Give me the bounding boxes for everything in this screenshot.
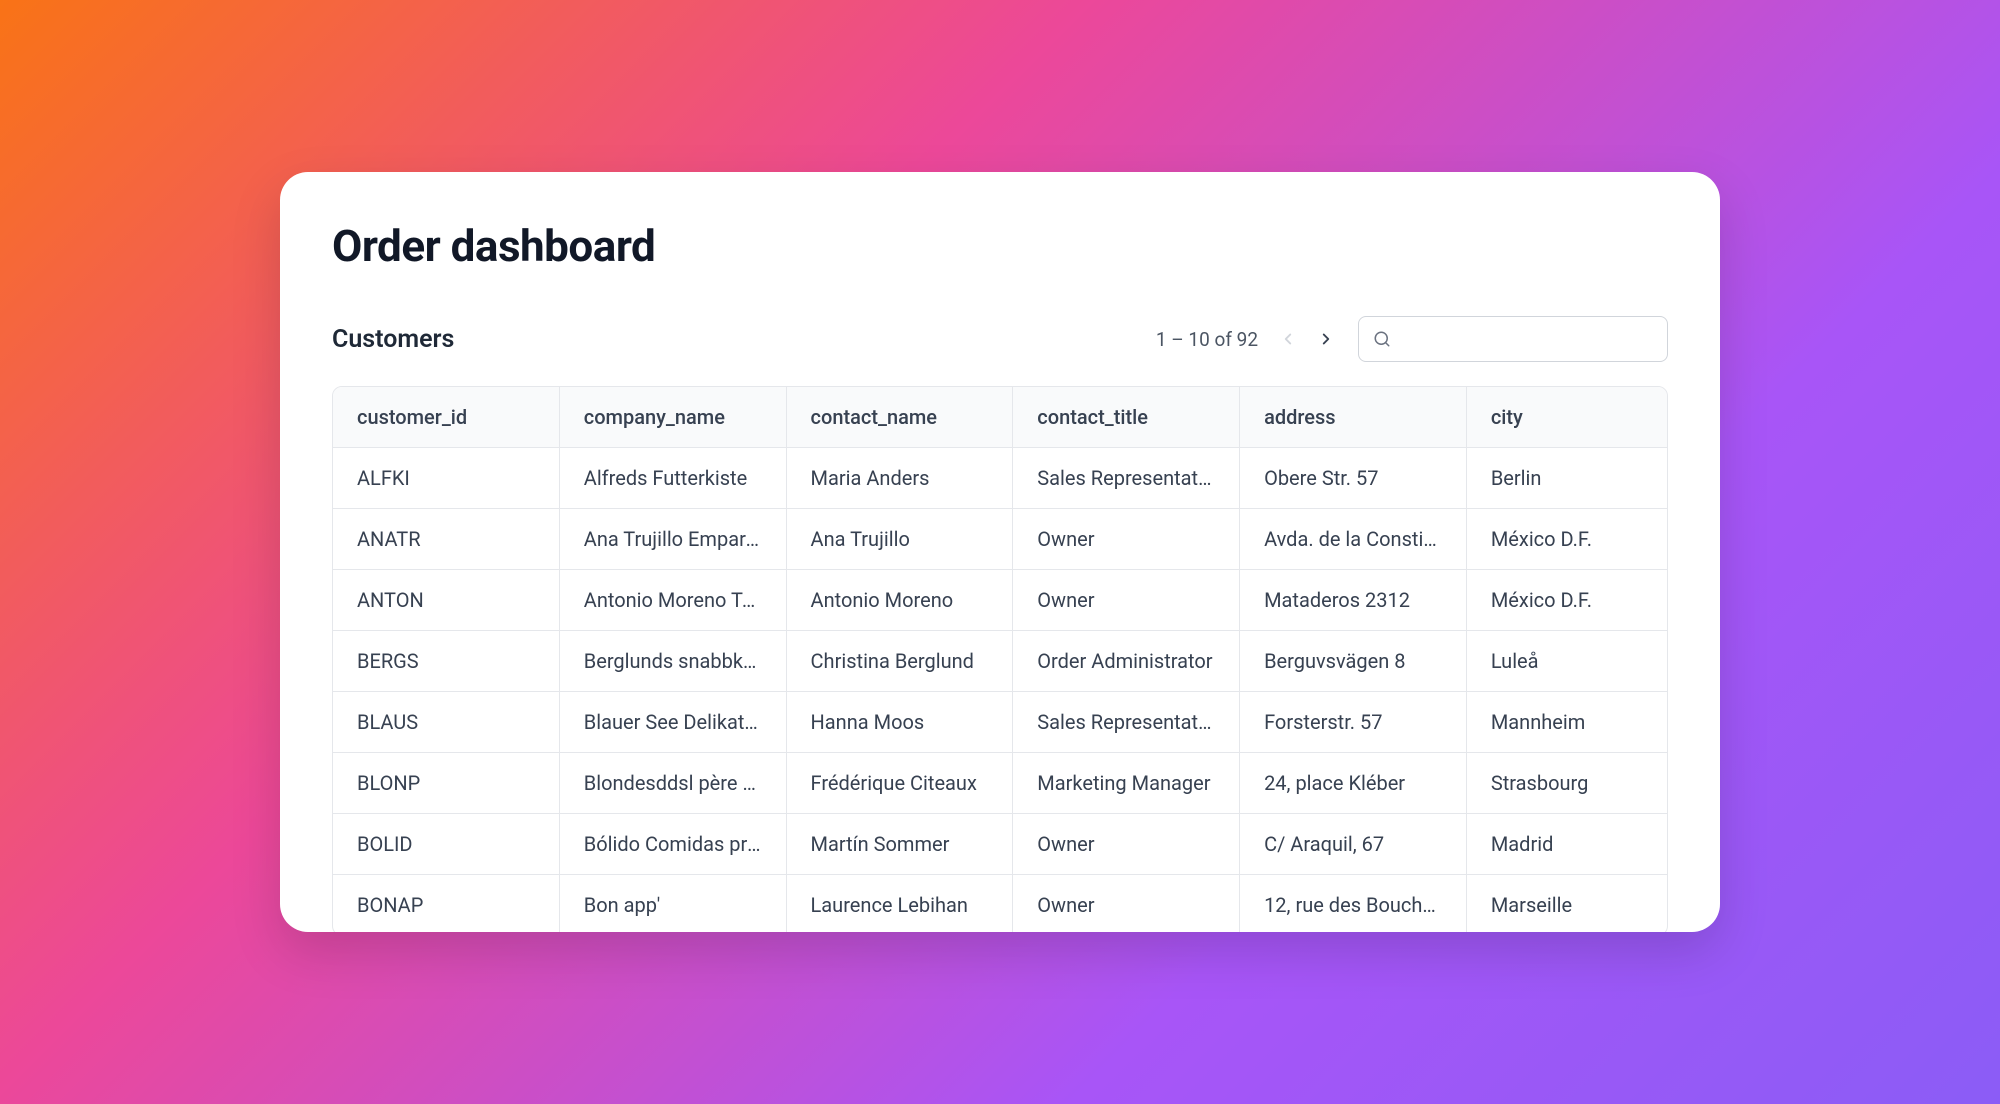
cell-city: Strasbourg — [1467, 753, 1667, 814]
page-title: Order dashboard — [332, 220, 1668, 272]
chevron-right-icon — [1317, 330, 1335, 348]
cell-address: Berguvsvägen 8 — [1240, 631, 1467, 692]
cell-company_name: Alfreds Futterkiste — [560, 448, 787, 509]
cell-company_name: Blauer See Delikatessen — [560, 692, 787, 753]
cell-city: Madrid — [1467, 814, 1667, 875]
cell-company_name: Blondesddsl père et fils — [560, 753, 787, 814]
chevron-left-icon — [1279, 330, 1297, 348]
cell-contact_name: Antonio Moreno — [787, 570, 1014, 631]
cell-contact_title: Sales Representative — [1013, 448, 1240, 509]
pagination-next-button[interactable] — [1312, 325, 1340, 353]
column-header-city[interactable]: city — [1467, 387, 1667, 448]
cell-contact_title: Owner — [1013, 875, 1240, 932]
cell-city: Mannheim — [1467, 692, 1667, 753]
right-controls: 1 – 10 of 92 — [1156, 316, 1668, 362]
table-header: customer_idcompany_namecontact_nameconta… — [333, 387, 1667, 448]
cell-customer_id: BERGS — [333, 631, 560, 692]
table-body: ALFKIAlfreds FutterkisteMaria AndersSale… — [333, 448, 1667, 932]
cell-city: Berlin — [1467, 448, 1667, 509]
column-header-contact_title[interactable]: contact_title — [1013, 387, 1240, 448]
cell-company_name: Berglunds snabbköp — [560, 631, 787, 692]
cell-address: Forsterstr. 57 — [1240, 692, 1467, 753]
search-input[interactable] — [1401, 329, 1653, 350]
cell-customer_id: ANATR — [333, 509, 560, 570]
cell-address: 12, rue des Bouchers — [1240, 875, 1467, 932]
cell-city: México D.F. — [1467, 509, 1667, 570]
cell-contact_name: Martín Sommer — [787, 814, 1014, 875]
table-row[interactable]: BONAPBon app'Laurence LebihanOwner12, ru… — [333, 875, 1667, 932]
cell-contact_title: Owner — [1013, 570, 1240, 631]
cell-address: Mataderos 2312 — [1240, 570, 1467, 631]
cell-customer_id: ALFKI — [333, 448, 560, 509]
cell-company_name: Bólido Comidas preparadas — [560, 814, 787, 875]
cell-contact_name: Frédérique Citeaux — [787, 753, 1014, 814]
cell-contact_name: Ana Trujillo — [787, 509, 1014, 570]
cell-address: Obere Str. 57 — [1240, 448, 1467, 509]
cell-company_name: Bon app' — [560, 875, 787, 932]
cell-contact_name: Maria Anders — [787, 448, 1014, 509]
cell-contact_title: Owner — [1013, 814, 1240, 875]
table-row[interactable]: BLAUSBlauer See DelikatessenHanna MoosSa… — [333, 692, 1667, 753]
cell-contact_name: Christina Berglund — [787, 631, 1014, 692]
cell-contact_title: Order Administrator — [1013, 631, 1240, 692]
column-header-contact_name[interactable]: contact_name — [787, 387, 1014, 448]
pagination-text: 1 – 10 of 92 — [1156, 328, 1258, 351]
cell-customer_id: BLAUS — [333, 692, 560, 753]
cell-customer_id: BLONP — [333, 753, 560, 814]
column-header-company_name[interactable]: company_name — [560, 387, 787, 448]
cell-customer_id: ANTON — [333, 570, 560, 631]
cell-contact_title: Owner — [1013, 509, 1240, 570]
table-row[interactable]: ALFKIAlfreds FutterkisteMaria AndersSale… — [333, 448, 1667, 509]
cell-city: México D.F. — [1467, 570, 1667, 631]
cell-contact_name: Hanna Moos — [787, 692, 1014, 753]
cell-company_name: Antonio Moreno Taquería — [560, 570, 787, 631]
table-row[interactable]: BERGSBerglunds snabbköpChristina Berglun… — [333, 631, 1667, 692]
cell-customer_id: BONAP — [333, 875, 560, 932]
table-row[interactable]: ANATRAna Trujillo Emparedados y heladosA… — [333, 509, 1667, 570]
pagination: 1 – 10 of 92 — [1156, 325, 1340, 353]
table-row[interactable]: ANTONAntonio Moreno TaqueríaAntonio More… — [333, 570, 1667, 631]
customers-table: customer_idcompany_namecontact_nameconta… — [332, 386, 1668, 932]
cell-address: 24, place Kléber — [1240, 753, 1467, 814]
cell-city: Luleå — [1467, 631, 1667, 692]
table-row[interactable]: BOLIDBólido Comidas preparadasMartín Som… — [333, 814, 1667, 875]
cell-customer_id: BOLID — [333, 814, 560, 875]
cell-contact_title: Marketing Manager — [1013, 753, 1240, 814]
column-header-customer_id[interactable]: customer_id — [333, 387, 560, 448]
search-icon — [1373, 330, 1391, 348]
table-row[interactable]: BLONPBlondesddsl père et filsFrédérique … — [333, 753, 1667, 814]
table-controls: Customers 1 – 10 of 92 — [332, 316, 1668, 362]
cell-contact_name: Laurence Lebihan — [787, 875, 1014, 932]
cell-company_name: Ana Trujillo Emparedados y helados — [560, 509, 787, 570]
cell-address: Avda. de la Constitución 2222 — [1240, 509, 1467, 570]
pagination-prev-button[interactable] — [1274, 325, 1302, 353]
cell-contact_title: Sales Representative — [1013, 692, 1240, 753]
search-box[interactable] — [1358, 316, 1668, 362]
table-subtitle: Customers — [332, 325, 454, 354]
cell-city: Marseille — [1467, 875, 1667, 932]
column-header-address[interactable]: address — [1240, 387, 1467, 448]
dashboard-card: Order dashboard Customers 1 – 10 of 92 c… — [280, 172, 1720, 932]
cell-address: C/ Araquil, 67 — [1240, 814, 1467, 875]
